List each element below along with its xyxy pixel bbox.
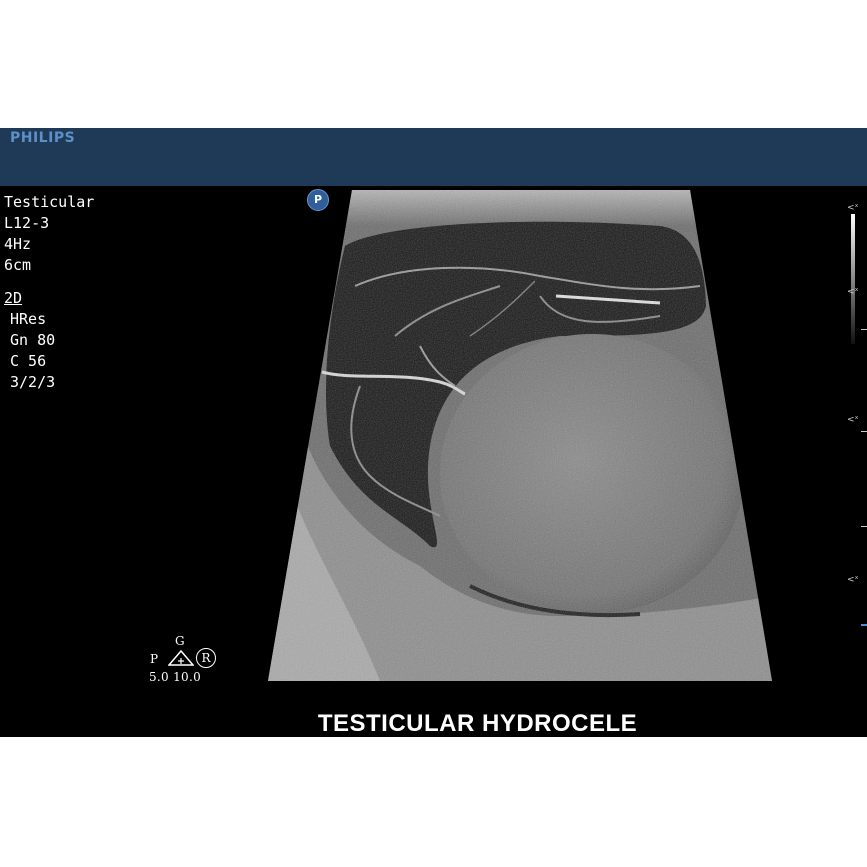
ultrasound-image [268,190,772,681]
scale-tick [861,526,867,527]
scale-marker-icon: <ˣ [847,415,859,425]
orientation-p-label: P [150,652,159,666]
settings-panel: Testicular L12-3 4Hz 6cm 2D HRes Gn 80 C… [4,192,94,393]
grayscale-gradient [851,214,855,344]
compression-label: C 56 [10,352,47,370]
triangle-icon [168,650,194,666]
scale-tick [861,329,867,330]
ultrasound-screen: Testicular L12-3 4Hz 6cm 2D HRes Gn 80 C… [0,186,867,737]
depth-label: 6cm [4,256,32,274]
mode-label: 2D [4,289,23,307]
scale-tick-focus [861,624,867,626]
orientation-g-label: G [175,634,185,648]
orientation-marker: P [307,189,329,211]
frequency-label: 4Hz [4,235,32,253]
persistence-label: 3/2/3 [10,373,56,391]
scale-marker-icon: <ˣ [847,203,859,213]
scale-marker-icon: <ˣ [847,575,859,585]
orientation-indicator: G P R 5.0 10.0 [140,632,230,692]
grayscale-bar: <ˣ <ˣ <ˣ <ˣ [845,204,867,634]
image-caption: TESTICULAR HYDROCELE [317,710,638,737]
orientation-r-label: R [196,648,216,668]
probe-label: L12-3 [4,214,50,232]
orientation-values: 5.0 10.0 [149,670,202,684]
resolution-label: HRes [10,310,47,328]
scale-tick [861,431,867,432]
preset-label: Testicular [4,193,95,211]
header-bar: PHILIPS [0,128,867,186]
scale-marker-icon: <ˣ [847,287,859,297]
brand-logo: PHILIPS [10,130,76,146]
gain-label: Gn 80 [10,331,56,349]
